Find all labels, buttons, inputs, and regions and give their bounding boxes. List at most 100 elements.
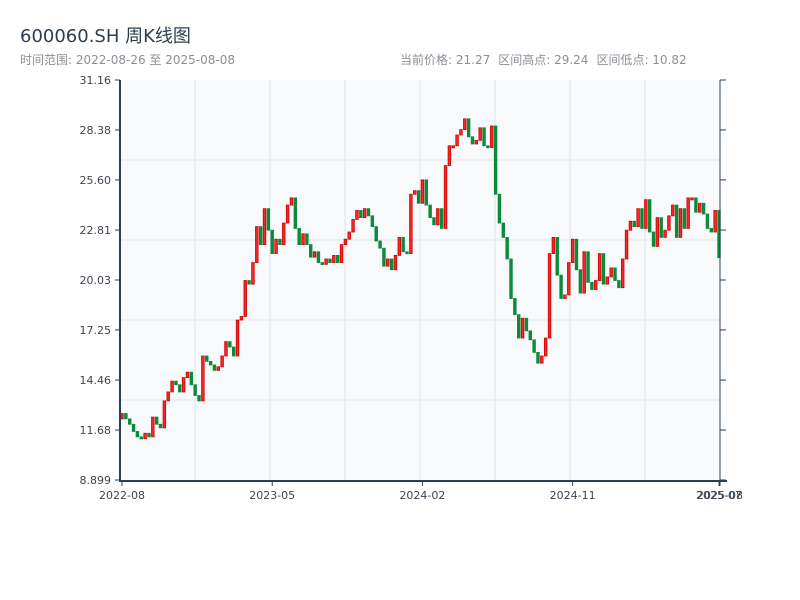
candle — [624, 229, 629, 260]
candle — [316, 251, 321, 263]
candle — [678, 208, 683, 238]
candle — [362, 208, 367, 219]
candle — [497, 193, 502, 224]
candle — [439, 208, 444, 229]
candle — [698, 202, 702, 213]
candle — [151, 416, 155, 438]
candle — [682, 208, 687, 229]
candle — [393, 254, 398, 271]
candle — [536, 352, 540, 364]
candle — [559, 274, 563, 299]
candle — [397, 237, 402, 256]
candle — [578, 269, 583, 294]
candle — [124, 413, 128, 420]
candle — [651, 231, 656, 247]
candle — [432, 217, 436, 226]
candle — [235, 319, 240, 357]
candle — [139, 436, 143, 440]
y-tick-label: 25.60 — [80, 174, 112, 187]
candle — [505, 237, 509, 260]
candle — [162, 400, 167, 429]
candle — [443, 165, 448, 229]
candle — [501, 222, 506, 238]
candle — [255, 226, 259, 263]
candle — [663, 229, 667, 238]
candle — [513, 298, 517, 316]
candle — [543, 337, 548, 357]
candle — [347, 231, 351, 240]
candle — [528, 330, 532, 341]
candle — [509, 258, 513, 299]
candle — [189, 371, 194, 386]
candle — [285, 204, 290, 224]
candle — [701, 202, 706, 215]
candle — [640, 208, 644, 229]
candle — [609, 267, 613, 278]
candle — [166, 391, 170, 402]
candle — [517, 314, 521, 339]
candle — [463, 118, 467, 130]
candle — [351, 219, 355, 233]
candle — [343, 238, 348, 245]
candle — [540, 355, 544, 364]
candle — [178, 384, 182, 393]
y-tick-label: 8.899 — [80, 474, 112, 487]
candle — [243, 280, 247, 317]
candle — [455, 134, 459, 147]
candle — [524, 317, 529, 332]
candle — [239, 316, 244, 321]
candle — [405, 251, 409, 255]
candle — [266, 208, 271, 231]
candle — [644, 199, 648, 229]
candle — [278, 238, 282, 245]
candle — [466, 118, 471, 138]
y-tick-label: 31.16 — [80, 74, 112, 87]
candle — [474, 139, 479, 145]
candle — [309, 244, 313, 258]
y-tick-label: 17.25 — [80, 324, 112, 337]
candle — [490, 125, 494, 148]
candle — [251, 262, 255, 285]
y-tick-label: 11.68 — [80, 424, 112, 437]
x-tick-label: 2022-08 — [99, 489, 145, 502]
candle — [289, 197, 294, 206]
candle — [131, 423, 136, 432]
candle — [143, 432, 147, 440]
candle — [705, 213, 710, 229]
candlestick-chart: 8.899 11.68 14.46 17.25 20.03 22.81 25.60 28.38… — [80, 74, 743, 502]
candle — [297, 228, 301, 245]
y-tick-label: 22.81 — [80, 224, 112, 237]
candle — [563, 294, 567, 299]
candle — [713, 210, 717, 233]
candle — [120, 413, 124, 420]
candle — [386, 258, 390, 267]
candle — [590, 281, 594, 290]
candle — [416, 190, 421, 204]
candle — [621, 258, 625, 289]
candle — [193, 384, 197, 396]
candle — [709, 228, 713, 233]
candle — [197, 395, 201, 402]
candle — [655, 217, 660, 247]
candle — [216, 366, 220, 371]
candle — [582, 251, 586, 294]
y-tick-label: 14.46 — [80, 374, 112, 387]
candle — [667, 215, 671, 231]
candle — [520, 317, 525, 339]
candle — [659, 217, 663, 238]
candle — [482, 127, 486, 147]
candle — [532, 339, 536, 353]
candle — [597, 253, 602, 281]
candle — [493, 125, 498, 195]
candle — [428, 204, 432, 219]
candle — [647, 199, 652, 233]
candle — [135, 431, 140, 438]
candle — [208, 360, 213, 366]
candle — [586, 251, 590, 283]
candle — [424, 179, 428, 206]
candle — [339, 244, 344, 263]
candle — [220, 355, 224, 368]
candle — [613, 267, 617, 281]
candle — [636, 208, 640, 228]
candle — [478, 127, 482, 141]
